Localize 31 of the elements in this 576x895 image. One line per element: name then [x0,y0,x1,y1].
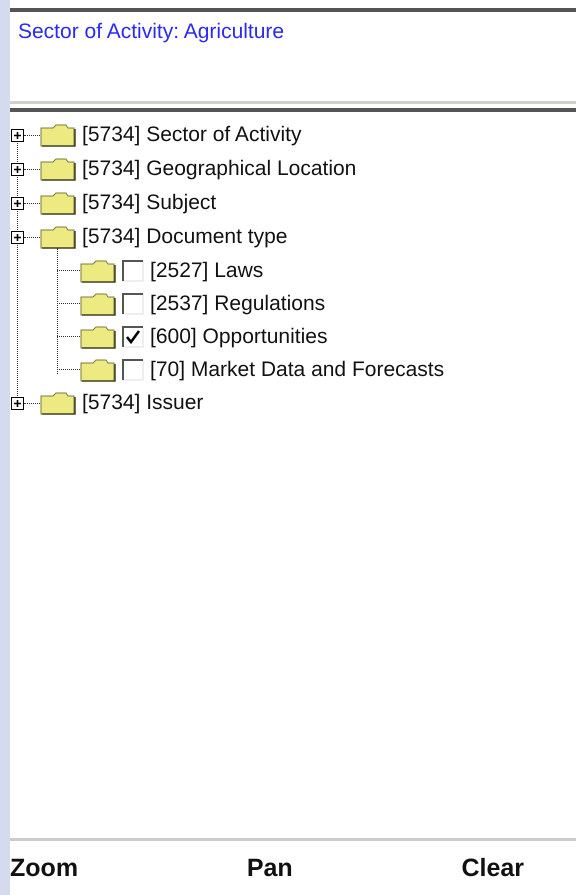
folder-icon [40,225,76,249]
folder-icon [80,292,116,316]
tree-item[interactable]: [5734] Document type [82,225,288,249]
tree-item[interactable]: [5734] Geographical Location [82,157,356,181]
folder-icon [40,391,76,415]
tree-item[interactable]: [5734] Sector of Activity [82,123,302,147]
filter-summary-text: Sector of Activity: Agriculture [18,20,284,43]
expand-icon[interactable] [11,396,24,410]
expand-icon[interactable] [11,230,24,244]
checkbox[interactable] [122,292,144,314]
tree-item[interactable]: [600] Opportunities [150,324,328,348]
tree-item[interactable]: [5734] Issuer [82,391,204,415]
tree-item[interactable]: [2537] Regulations [150,292,326,316]
checkbox[interactable] [122,326,144,348]
softkey-button[interactable]: Clear [461,854,524,882]
folder-icon [40,191,76,215]
folder-icon [80,324,116,348]
checkbox[interactable] [122,358,144,380]
expand-icon[interactable] [11,128,24,142]
expand-icon[interactable] [11,196,24,210]
folder-icon [80,358,116,382]
softkey-button[interactable]: Pan [246,854,293,882]
expand-icon[interactable] [11,162,24,176]
tree-item[interactable]: [70] Market Data and Forecasts [150,358,444,382]
tree-item[interactable]: [2527] Laws [150,258,264,282]
checkbox[interactable] [122,260,144,282]
tree-item[interactable]: [5734] Subject [82,191,216,215]
folder-icon [40,123,76,147]
softkey-button[interactable]: Zoom [10,854,78,882]
folder-icon [80,258,116,282]
folder-icon [40,157,76,181]
